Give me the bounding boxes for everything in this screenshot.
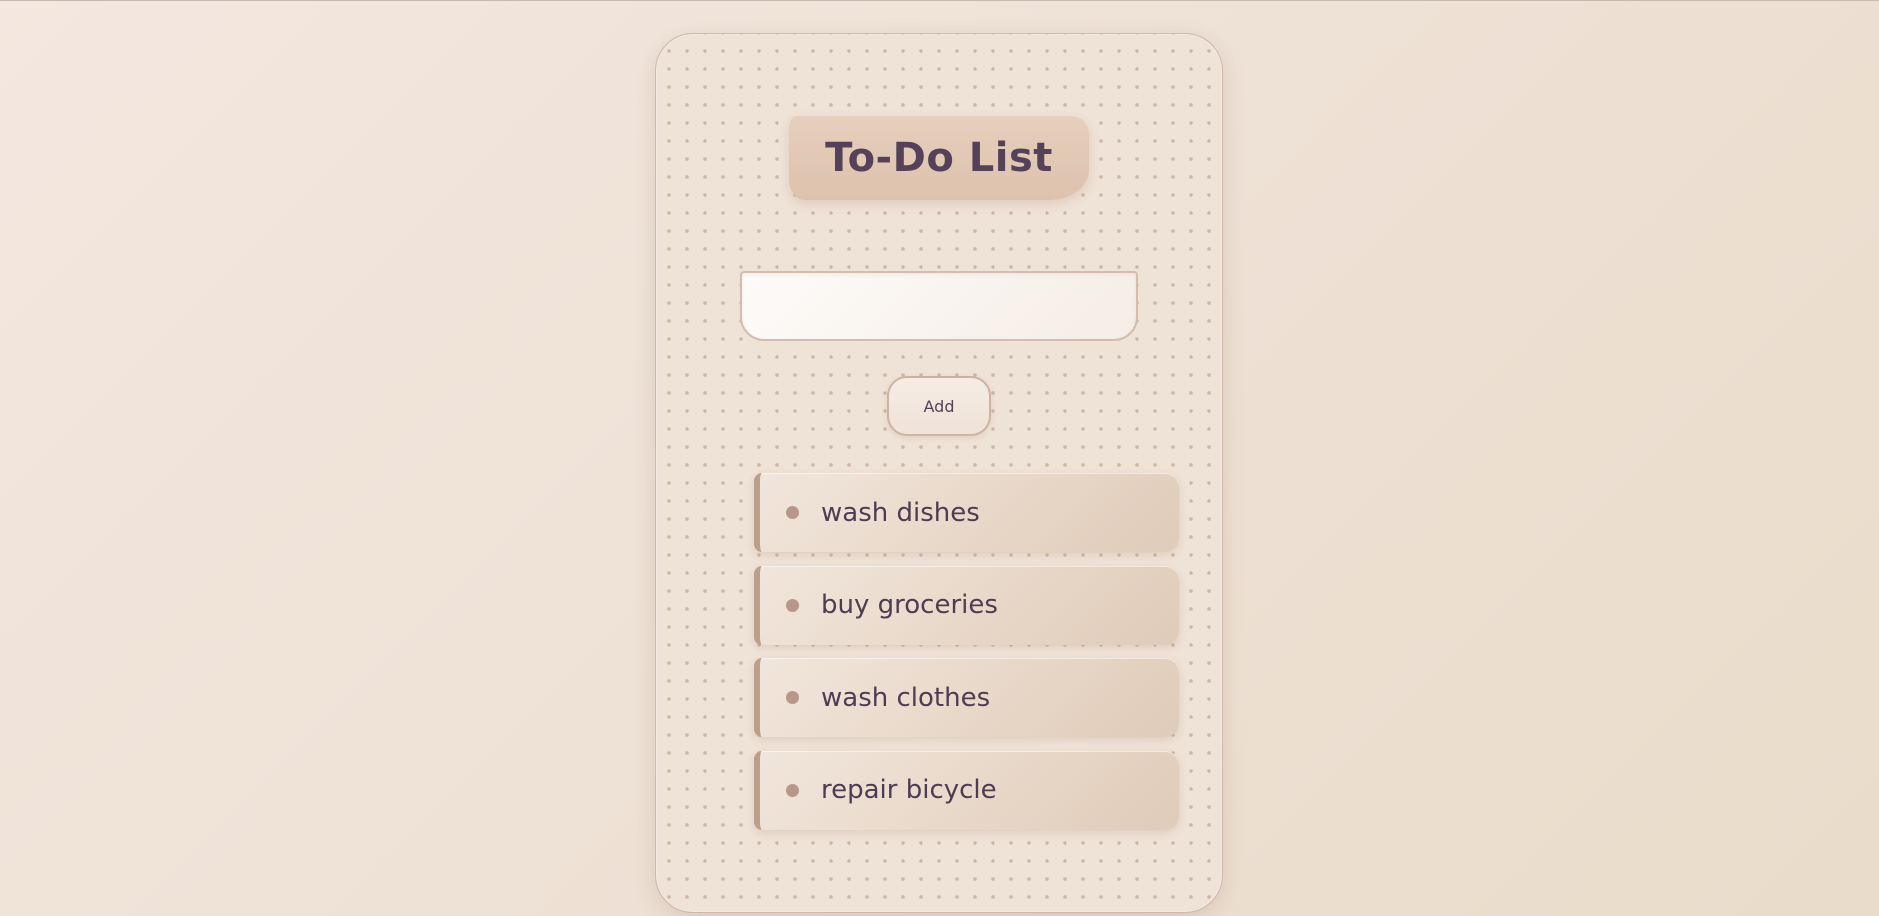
bullet-dot-icon xyxy=(786,691,799,704)
page-title: To-Do List xyxy=(825,135,1053,181)
todo-card: To-Do List Add wash dishes buy groceries… xyxy=(655,33,1223,913)
bullet-dot-icon xyxy=(786,506,799,519)
title-banner: To-Do List xyxy=(789,116,1089,200)
todo-item[interactable]: buy groceries xyxy=(754,565,1179,645)
todo-item-text: repair bicycle xyxy=(821,775,997,805)
todo-item-text: wash clothes xyxy=(821,682,991,713)
bullet-dot-icon xyxy=(786,783,799,797)
todo-item[interactable]: repair bicycle xyxy=(754,750,1179,830)
todo-item[interactable]: wash clothes xyxy=(754,658,1179,737)
add-button[interactable]: Add xyxy=(887,376,991,436)
task-input[interactable] xyxy=(740,271,1138,341)
bullet-dot-icon xyxy=(786,598,799,612)
todo-item-text: buy groceries xyxy=(821,590,998,620)
todo-item[interactable]: wash dishes xyxy=(754,473,1179,552)
window-top-border xyxy=(0,0,1879,1)
todo-item-text: wash dishes xyxy=(821,497,980,528)
todo-list: wash dishes buy groceries wash clothes r… xyxy=(754,473,1179,843)
